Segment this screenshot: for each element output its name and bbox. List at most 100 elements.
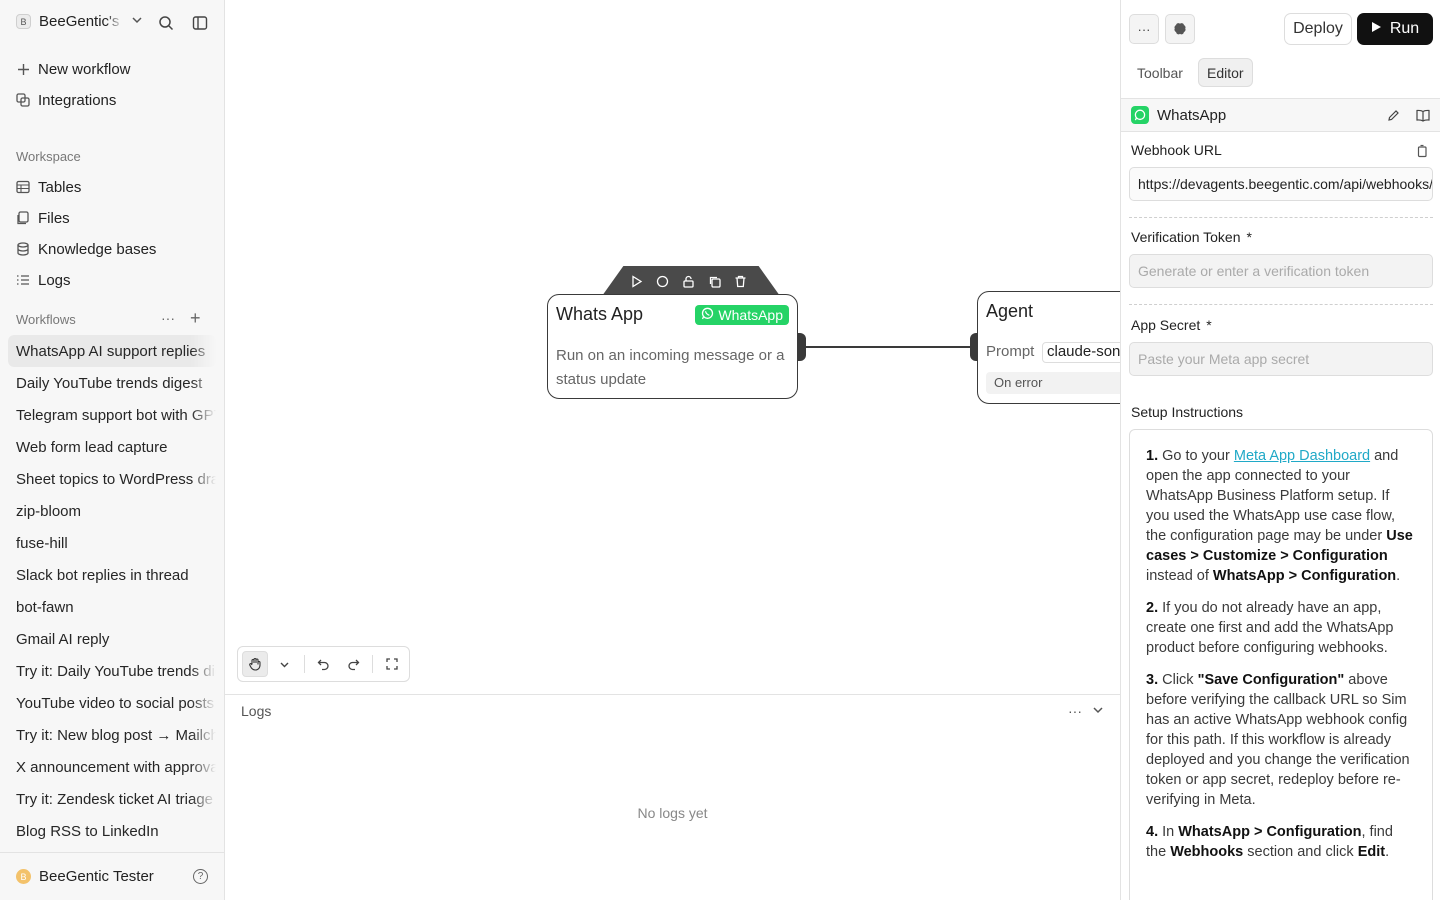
play-icon[interactable] — [628, 273, 644, 289]
workflow-list-item[interactable]: bot-fawn — [8, 591, 216, 623]
new-workflow-button[interactable]: New workflow — [16, 58, 131, 80]
app-secret-field[interactable]: Paste your Meta app secret — [1129, 342, 1433, 376]
run-label: Run — [1389, 20, 1420, 37]
plus-icon — [16, 62, 30, 76]
workflow-list-item[interactable]: Slack bot replies in thread — [8, 559, 216, 591]
redo-icon[interactable] — [340, 651, 366, 677]
new-workflow-label: New workflow — [38, 60, 131, 78]
chevron-down-icon[interactable] — [1092, 703, 1104, 719]
brain-icon[interactable] — [1165, 14, 1195, 44]
add-workflow-button[interactable]: + — [190, 308, 201, 329]
divider — [1129, 217, 1433, 218]
workflow-list-item[interactable]: fuse-hill — [8, 527, 216, 559]
whatsapp-badge: WhatsApp — [695, 305, 789, 325]
edit-icon[interactable] — [1385, 107, 1401, 123]
fit-view-icon[interactable] — [379, 651, 405, 677]
sidebar-toggle-icon[interactable] — [190, 13, 210, 33]
whatsapp-badge-label: WhatsApp — [718, 307, 783, 323]
workspace-switcher[interactable]: B BeeGentic's — [16, 13, 143, 30]
workflow-list-item[interactable]: zip-bloom — [8, 495, 216, 527]
node-description: Run on an incoming message or a status u… — [556, 347, 785, 388]
workflow-list-item[interactable]: YouTube video to social posts — [8, 687, 216, 719]
workflow-list-item[interactable]: X announcement with approval — [8, 751, 216, 783]
workspace-name: BeeGentic's — [39, 13, 120, 30]
whatsapp-trigger-node[interactable]: Whats App WhatsApp Run on an incoming me… — [547, 294, 798, 399]
avatar: B — [16, 869, 31, 884]
workflow-list-item[interactable]: Telegram support bot with GPT — [8, 399, 216, 431]
workflow-list-item[interactable]: Web form lead capture — [8, 431, 216, 463]
whatsapp-icon — [1131, 106, 1149, 124]
workflow-list-item[interactable]: WhatsApp AI support replies — [8, 335, 216, 367]
list-icon — [16, 273, 30, 287]
output-handle[interactable] — [797, 333, 806, 361]
workflow-list-item[interactable]: Try it: New blog post → Mailchimp — [8, 719, 216, 751]
sidebar-item-files[interactable]: Files — [16, 207, 70, 229]
node-toolbar — [602, 266, 780, 296]
search-icon[interactable] — [156, 13, 176, 33]
sidebar-item-label: Logs — [38, 271, 71, 289]
duplicate-icon[interactable] — [706, 273, 722, 289]
workflow-name: WhatsApp AI support replies — [16, 342, 206, 360]
unlock-icon[interactable] — [680, 273, 696, 289]
agent-node[interactable]: Agent Prompt claude-sonnet On error — [977, 291, 1120, 404]
logs-more-button[interactable]: ··· — [1068, 703, 1082, 719]
workflow-canvas[interactable]: Whats App WhatsApp Run on an incoming me… — [225, 0, 1120, 694]
sidebar-item-knowledge-bases[interactable]: Knowledge bases — [16, 238, 156, 260]
sidebar: B BeeGentic's New workflow Integrations … — [0, 0, 225, 900]
workflow-list-item[interactable]: Daily YouTube trends digest — [8, 367, 216, 399]
on-error-row: On error — [986, 372, 1120, 394]
book-icon[interactable] — [1415, 107, 1431, 123]
workflow-name: Gmail AI reply — [16, 630, 110, 648]
deploy-button[interactable]: Deploy — [1284, 13, 1352, 45]
workspace-badge: B — [16, 14, 31, 29]
user-name: BeeGentic Tester — [39, 868, 154, 885]
chevron-down-icon[interactable] — [272, 651, 298, 677]
more-options-button[interactable]: ··· — [1129, 14, 1159, 44]
sidebar-item-logs[interactable]: Logs — [16, 269, 71, 291]
webhook-url-field[interactable]: https://devagents.beegentic.com/api/webh… — [1129, 167, 1433, 201]
workflow-name: X announcement with approval — [16, 758, 216, 776]
workflow-list-item[interactable]: Sheet topics to WordPress drafts — [8, 463, 216, 495]
block-header: WhatsApp — [1121, 98, 1440, 132]
block-name: WhatsApp — [1157, 106, 1227, 124]
whatsapp-icon — [701, 307, 714, 323]
prompt-model-value: claude-sonnet — [1042, 342, 1120, 363]
logs-panel: Logs ··· No logs yet — [225, 694, 1120, 900]
logs-title: Logs — [241, 703, 272, 719]
workflow-list-item[interactable]: Gmail AI reply — [8, 623, 216, 655]
run-button[interactable]: Run — [1357, 13, 1433, 45]
trash-icon[interactable] — [732, 273, 748, 289]
instruction-step: 1. Go to your Meta App Dashboard and ope… — [1146, 448, 1413, 584]
integrations-link[interactable]: Integrations — [16, 89, 116, 111]
prompt-label: Prompt — [986, 343, 1035, 360]
workflow-list-item[interactable]: Try it: Zendesk ticket AI triage — [8, 783, 216, 815]
logs-empty-state: No logs yet — [637, 805, 708, 821]
help-icon[interactable]: ? — [193, 869, 208, 884]
files-icon — [16, 211, 30, 225]
workflow-list-item[interactable]: Try it: Daily YouTube trends digest — [8, 655, 216, 687]
workflow-name: Try it: Daily YouTube trends digest — [16, 662, 216, 680]
workspace-section-label: Workspace — [16, 149, 81, 164]
sidebar-item-tables[interactable]: Tables — [16, 176, 81, 198]
workflow-name: Web form lead capture — [16, 438, 168, 456]
workflow-name: Slack bot replies in thread — [16, 566, 189, 584]
tab-toolbar[interactable]: Toolbar — [1129, 58, 1191, 87]
canvas-toolbar — [237, 646, 410, 682]
undo-icon[interactable] — [311, 651, 337, 677]
tab-editor[interactable]: Editor — [1198, 58, 1253, 87]
workflow-name: Blog RSS to LinkedIn — [16, 822, 159, 840]
node-title: Agent — [986, 301, 1034, 321]
circle-icon[interactable] — [654, 273, 670, 289]
verification-token-field[interactable]: Generate or enter a verification token — [1129, 254, 1433, 288]
meta-app-dashboard-link[interactable]: Meta App Dashboard — [1234, 448, 1370, 464]
hand-tool-icon[interactable] — [242, 651, 268, 677]
copy-icon[interactable] — [1416, 144, 1428, 158]
workflow-list-item[interactable]: Blog RSS to LinkedIn — [8, 815, 216, 847]
workflows-more-button[interactable]: ··· — [161, 310, 175, 326]
workflow-name: fuse-hill — [16, 534, 68, 552]
editor-panel: ··· Deploy Run Toolbar Editor WhatsApp W… — [1120, 0, 1440, 900]
setup-instructions-box: 1. Go to your Meta App Dashboard and ope… — [1129, 429, 1433, 900]
connection-edge[interactable] — [806, 346, 974, 348]
user-footer[interactable]: B BeeGentic Tester ? — [0, 852, 224, 900]
node-title: Whats App — [556, 304, 644, 324]
